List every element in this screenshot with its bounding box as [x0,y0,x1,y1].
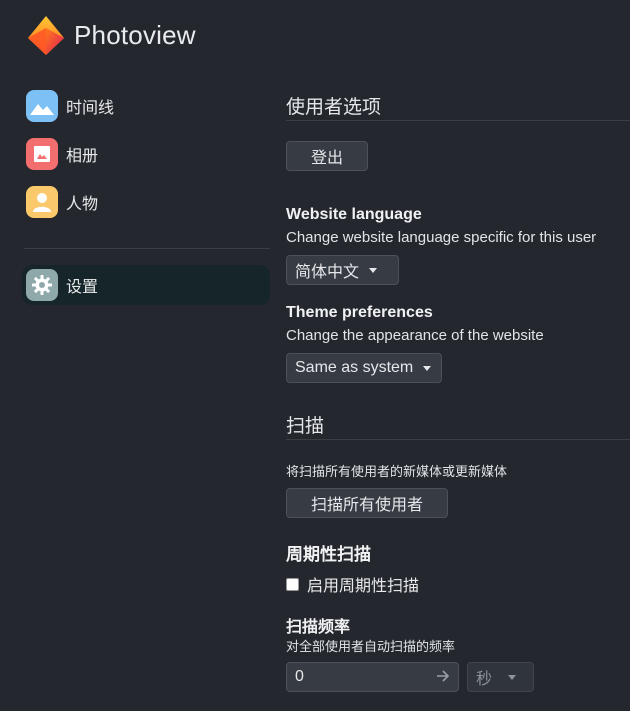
app-title: Photoview [74,20,196,50]
sidebar-nav: 时间线 相册 人物 设置 [22,86,272,313]
album-icon [26,138,58,170]
scan-all-users-button[interactable]: 扫描所有使用者 [286,488,448,518]
language-heading: Website language [286,206,422,223]
photoview-logo-icon [28,16,64,55]
chevron-down-icon [369,267,378,273]
sidebar-item-label: 设置 [66,279,99,296]
language-selected: 简体中文 [295,264,360,281]
timeline-icon [26,90,58,122]
scan-frequency-value: 0 [295,668,304,685]
gear-icon [26,269,58,301]
section-title-user-prefs: 使用者选项 [286,97,382,118]
theme-description: Change the appearance of the website [286,327,544,344]
scan-frequency-input[interactable]: 0 [286,662,459,692]
sidebar-item-label: 相册 [66,148,99,165]
sidebar-item-albums[interactable]: 相册 [22,134,272,174]
periodic-scan-heading: 周期性扫描 [286,545,371,564]
section-divider [286,439,630,440]
logout-button[interactable]: 登出 [286,141,368,171]
section-title-scan: 扫描 [286,416,325,437]
periodic-scan-label: 启用周期性扫描 [307,578,420,595]
sidebar-item-label: 人物 [66,196,99,213]
sidebar-item-label: 时间线 [66,100,115,117]
scan-frequency-description: 对全部使用者自动扫描的频率 [286,639,456,654]
language-dropdown[interactable]: 简体中文 [286,255,399,285]
scan-frequency-unit-dropdown[interactable]: 秒 [467,662,534,692]
sidebar-item-people[interactable]: 人物 [22,182,272,222]
scan-frequency-unit: 秒 [476,671,493,688]
sidebar-item-timeline[interactable]: 时间线 [22,86,272,126]
chevron-down-icon [508,674,517,680]
chevron-down-icon [423,365,432,371]
language-description: Change website language specific for thi… [286,229,597,246]
sidebar-item-settings[interactable]: 设置 [22,265,270,305]
arrow-right-icon[interactable] [436,669,450,683]
theme-heading: Theme preferences [286,304,433,321]
periodic-scan-row: 启用周期性扫描 [286,572,419,596]
scan-frequency-heading: 扫描频率 [286,619,351,636]
scan-description: 将扫描所有使用者的新媒体或更新媒体 [286,464,508,479]
theme-selected: Same as system [295,359,414,376]
section-divider [286,120,630,121]
people-icon [26,186,58,218]
sidebar-divider [24,248,270,249]
theme-dropdown[interactable]: Same as system [286,353,442,383]
periodic-scan-checkbox[interactable] [286,577,299,591]
